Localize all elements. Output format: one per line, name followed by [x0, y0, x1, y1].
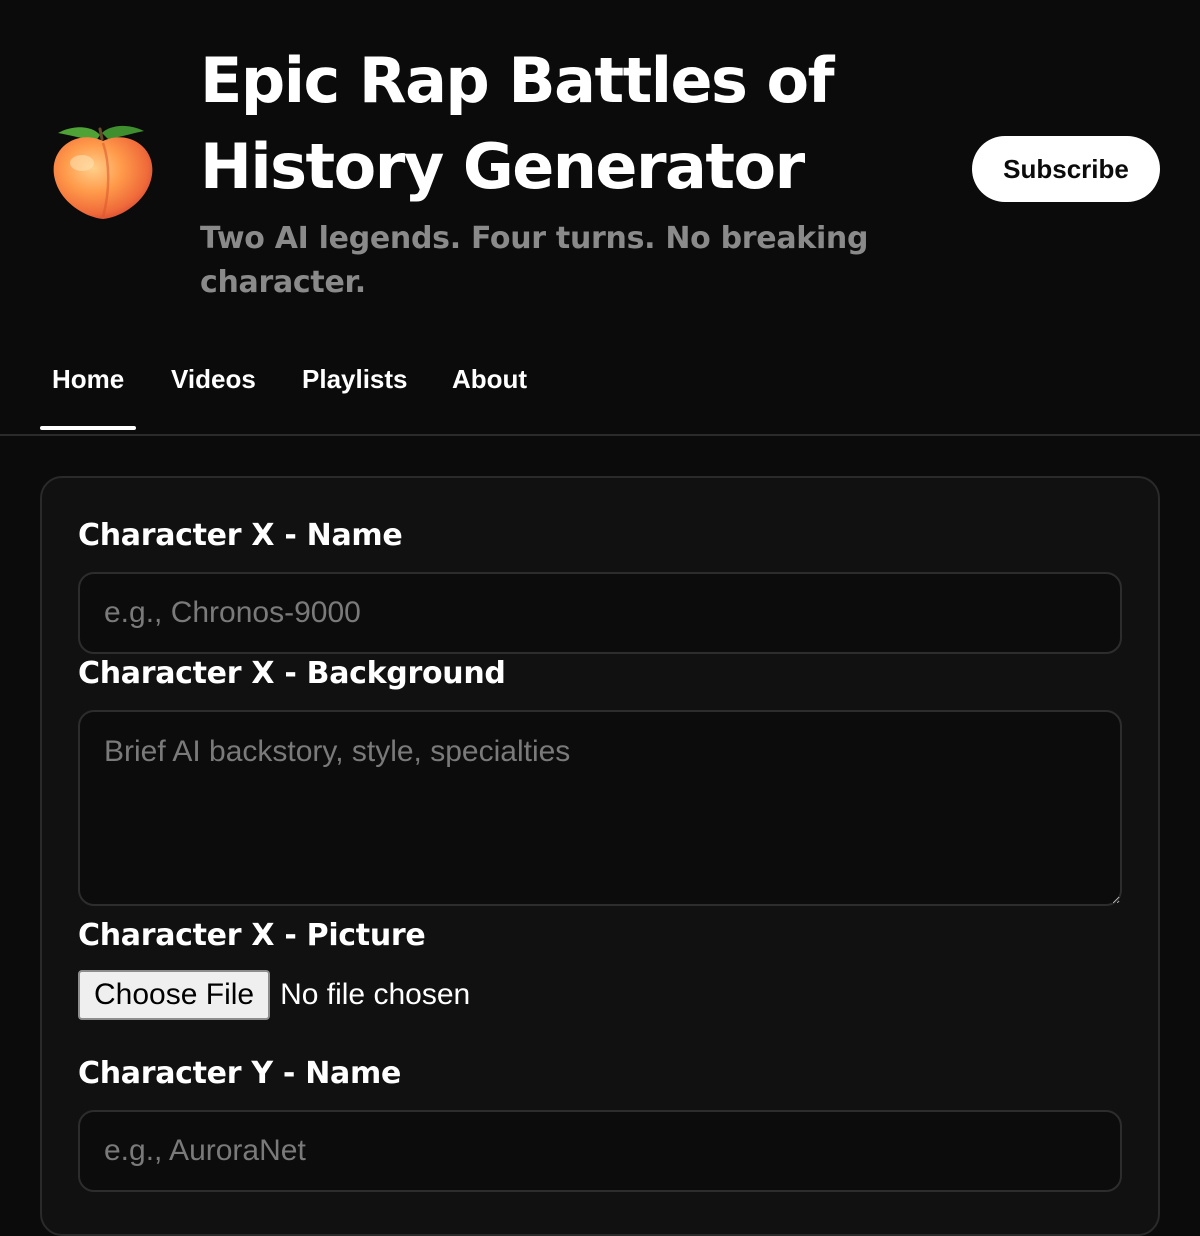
character-x-picture-file-input: Choose File No file chosen [78, 970, 470, 1020]
subscribe-button[interactable]: Subscribe [972, 136, 1160, 202]
battle-form-card: Character X - Name Character X - Backgro… [40, 476, 1160, 1236]
channel-title: Epic Rap Battles of History Generator [200, 44, 835, 203]
channel-tabs: Home Videos Playlists About [0, 330, 1200, 436]
tab-playlists[interactable]: Playlists [302, 350, 408, 408]
character-y-name-label: Character Y - Name [78, 1056, 401, 1091]
character-x-name-label: Character X - Name [78, 518, 403, 553]
character-y-name-input[interactable] [78, 1110, 1122, 1192]
character-x-name-input[interactable] [78, 572, 1122, 654]
choose-file-button[interactable]: Choose File [78, 970, 271, 1020]
peach-icon [50, 115, 156, 221]
character-x-background-textarea[interactable] [78, 710, 1122, 906]
character-x-background-label: Character X - Background [78, 656, 506, 691]
tab-about[interactable]: About [452, 350, 527, 408]
channel-tagline: Two AI legends. Four turns. No breaking … [200, 221, 869, 300]
character-x-picture-label: Character X - Picture [78, 918, 426, 953]
tab-home[interactable]: Home [39, 350, 137, 430]
tab-videos[interactable]: Videos [171, 350, 256, 408]
channel-header: Epic Rap Battles of History Generator Tw… [0, 0, 1200, 330]
file-status-text: No file chosen [280, 978, 471, 1011]
